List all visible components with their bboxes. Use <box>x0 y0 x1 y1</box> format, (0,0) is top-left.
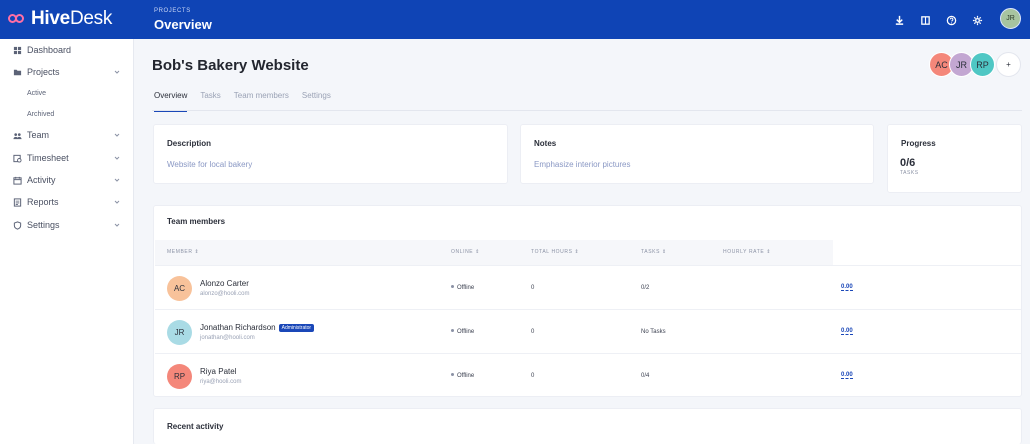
online-status: Offline <box>451 373 474 379</box>
folder-icon <box>12 67 22 77</box>
sidebar-item-dashboard[interactable]: Dashboard <box>0 41 134 59</box>
add-member-button[interactable]: + <box>996 52 1021 77</box>
book-icon[interactable] <box>917 12 933 28</box>
sidebar: Dashboard Projects Active Archived Team … <box>0 39 134 444</box>
chevron-down-icon <box>114 223 120 227</box>
tasks-count: 0/2 <box>641 285 650 291</box>
sidebar-subitem-archived[interactable]: Archived <box>27 111 54 118</box>
shield-icon <box>12 220 22 230</box>
total-hours: 0 <box>531 373 535 379</box>
table-row[interactable]: RP Riya Patel riya@hooli.com Offline 0 0… <box>155 353 1021 396</box>
sidebar-item-team[interactable]: Team <box>0 126 134 144</box>
sidebar-item-activity[interactable]: Activity <box>0 171 134 189</box>
hive-logo-icon <box>8 12 28 26</box>
column-header-tasks[interactable]: TASKS ⇕ <box>641 249 667 255</box>
sidebar-item-timesheet[interactable]: Timesheet <box>0 149 134 167</box>
member-name: Jonathan Richardson Administrator <box>200 323 315 332</box>
tasks-count: 0/4 <box>641 373 650 379</box>
sidebar-item-label: Dashboard <box>27 45 72 55</box>
member-email: alonzo@hooli.com <box>200 291 250 297</box>
calendar-icon <box>12 175 22 185</box>
header-actions <box>891 12 995 28</box>
brand-name: HiveDesk <box>31 8 113 29</box>
tab-overview[interactable]: Overview <box>154 91 188 112</box>
progress-value: 0/6 <box>900 157 916 169</box>
total-hours: 0 <box>531 285 535 291</box>
report-icon <box>12 197 22 207</box>
progress-unit: TASKS <box>900 170 919 176</box>
project-member-avatars: AC JR RP + <box>929 52 1024 78</box>
sidebar-item-label: Reports <box>27 197 59 207</box>
member-email: riya@hooli.com <box>200 379 242 385</box>
hourly-rate-link[interactable]: 0.00 <box>841 284 853 291</box>
team-members-card: Team members MEMBER ⇕ ONLINE ⇕ TOTAL HOU… <box>153 205 1022 397</box>
card-title: Progress <box>901 139 936 148</box>
role-badge: Administrator <box>278 324 315 332</box>
table-row[interactable]: JR Jonathan Richardson Administrator jona… <box>155 309 1021 353</box>
column-header-hourly-rate[interactable]: HOURLY RATE ⇕ <box>723 249 771 255</box>
online-status: Offline <box>451 285 474 291</box>
recent-activity-card: Recent activity <box>153 408 1022 444</box>
sidebar-item-label: Settings <box>27 220 60 230</box>
user-avatar[interactable]: JR <box>1000 8 1021 29</box>
sidebar-item-label: Activity <box>27 175 56 185</box>
sidebar-item-label: Timesheet <box>27 153 69 163</box>
breadcrumb: PROJECTS <box>154 8 191 14</box>
hourly-rate-link[interactable]: 0.00 <box>841 328 853 335</box>
sidebar-item-settings[interactable]: Settings <box>0 216 134 234</box>
table-header: MEMBER ⇕ ONLINE ⇕ TOTAL HOURS ⇕ TASKS ⇕ … <box>155 240 833 265</box>
gear-icon[interactable] <box>969 12 985 28</box>
tab-team-members[interactable]: Team members <box>234 91 289 112</box>
chevron-down-icon <box>114 200 120 204</box>
tab-tasks[interactable]: Tasks <box>200 91 220 112</box>
tab-settings[interactable]: Settings <box>302 91 331 112</box>
sidebar-item-label: Projects <box>27 67 60 77</box>
sidebar-subitem-active[interactable]: Active <box>27 90 46 97</box>
notes-card: Notes Emphasize interior pictures <box>520 124 874 184</box>
avatar: JR <box>167 320 192 345</box>
tabs-divider <box>152 110 1022 111</box>
description-text: Website for local bakery <box>167 160 253 169</box>
description-card: Description Website for local bakery <box>153 124 508 184</box>
hourly-rate-link[interactable]: 0.00 <box>841 372 853 379</box>
total-hours: 0 <box>531 329 535 335</box>
team-icon <box>12 130 22 140</box>
column-header-member[interactable]: MEMBER ⇕ <box>167 249 199 255</box>
member-name: Riya Patel <box>200 367 237 376</box>
progress-card: Progress 0/6 TASKS <box>887 124 1022 193</box>
timesheet-icon <box>12 153 22 163</box>
section-title: Recent activity <box>167 422 224 431</box>
table-row[interactable]: AC Alonzo Carter alonzo@hooli.com Offlin… <box>155 265 1021 309</box>
avatar: RP <box>167 364 192 389</box>
download-icon[interactable] <box>891 12 907 28</box>
avatar[interactable]: RP <box>970 52 995 77</box>
sidebar-item-label: Team <box>27 130 50 140</box>
online-status: Offline <box>451 329 474 335</box>
page-title: Overview <box>154 17 212 32</box>
help-icon[interactable] <box>943 12 959 28</box>
member-email: jonathan@hooli.com <box>200 335 255 341</box>
column-header-online[interactable]: ONLINE ⇕ <box>451 249 480 255</box>
chevron-down-icon <box>114 156 120 160</box>
chevron-down-icon <box>114 178 120 182</box>
sidebar-item-reports[interactable]: Reports <box>0 193 134 211</box>
avatar: AC <box>167 276 192 301</box>
chevron-down-icon <box>114 133 120 137</box>
member-name: Alonzo Carter <box>200 279 249 288</box>
brand-logo[interactable]: HiveDesk <box>8 9 112 29</box>
dashboard-icon <box>12 45 22 55</box>
notes-text: Emphasize interior pictures <box>534 160 631 169</box>
column-header-total-hours[interactable]: TOTAL HOURS ⇕ <box>531 249 579 255</box>
card-title: Notes <box>534 139 557 148</box>
top-bar: HiveDesk PROJECTS Overview JR <box>0 0 1030 39</box>
project-title: Bob's Bakery Website <box>152 57 309 74</box>
chevron-down-icon <box>114 70 120 74</box>
sidebar-item-projects[interactable]: Projects <box>0 63 134 81</box>
section-title: Team members <box>167 217 226 226</box>
tasks-count: No Tasks <box>641 329 666 335</box>
project-tabs: Overview Tasks Team members Settings <box>154 91 344 112</box>
card-title: Description <box>167 139 212 148</box>
